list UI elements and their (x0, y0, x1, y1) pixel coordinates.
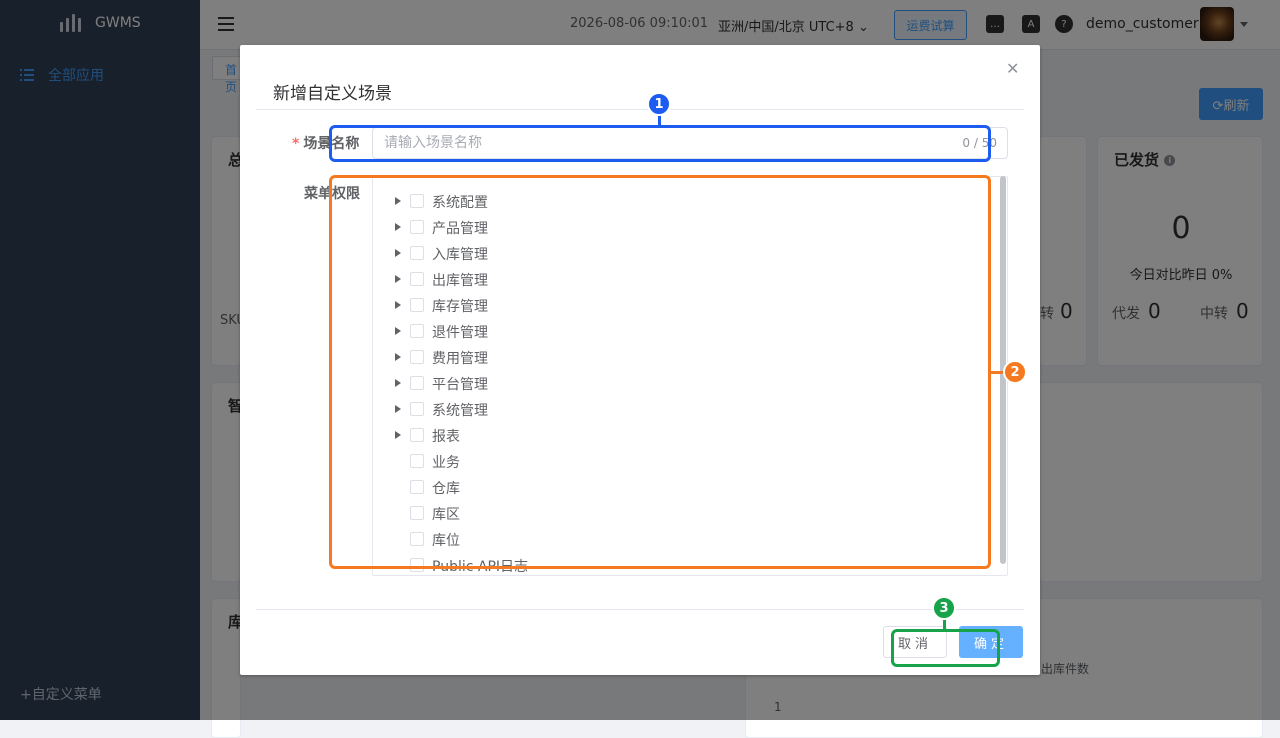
badge-3: 3 (932, 596, 956, 620)
badge-2: 2 (1003, 360, 1027, 384)
close-icon[interactable]: ✕ (1006, 59, 1019, 78)
dialog-title: 新增自定义场景 (273, 84, 392, 104)
divider (256, 609, 1024, 610)
highlight-box-3 (891, 629, 1000, 667)
highlight-box-1 (329, 125, 991, 162)
divider (256, 109, 1024, 110)
badge-1: 1 (647, 92, 671, 116)
connector-2 (990, 371, 1004, 374)
highlight-box-2 (329, 175, 991, 569)
